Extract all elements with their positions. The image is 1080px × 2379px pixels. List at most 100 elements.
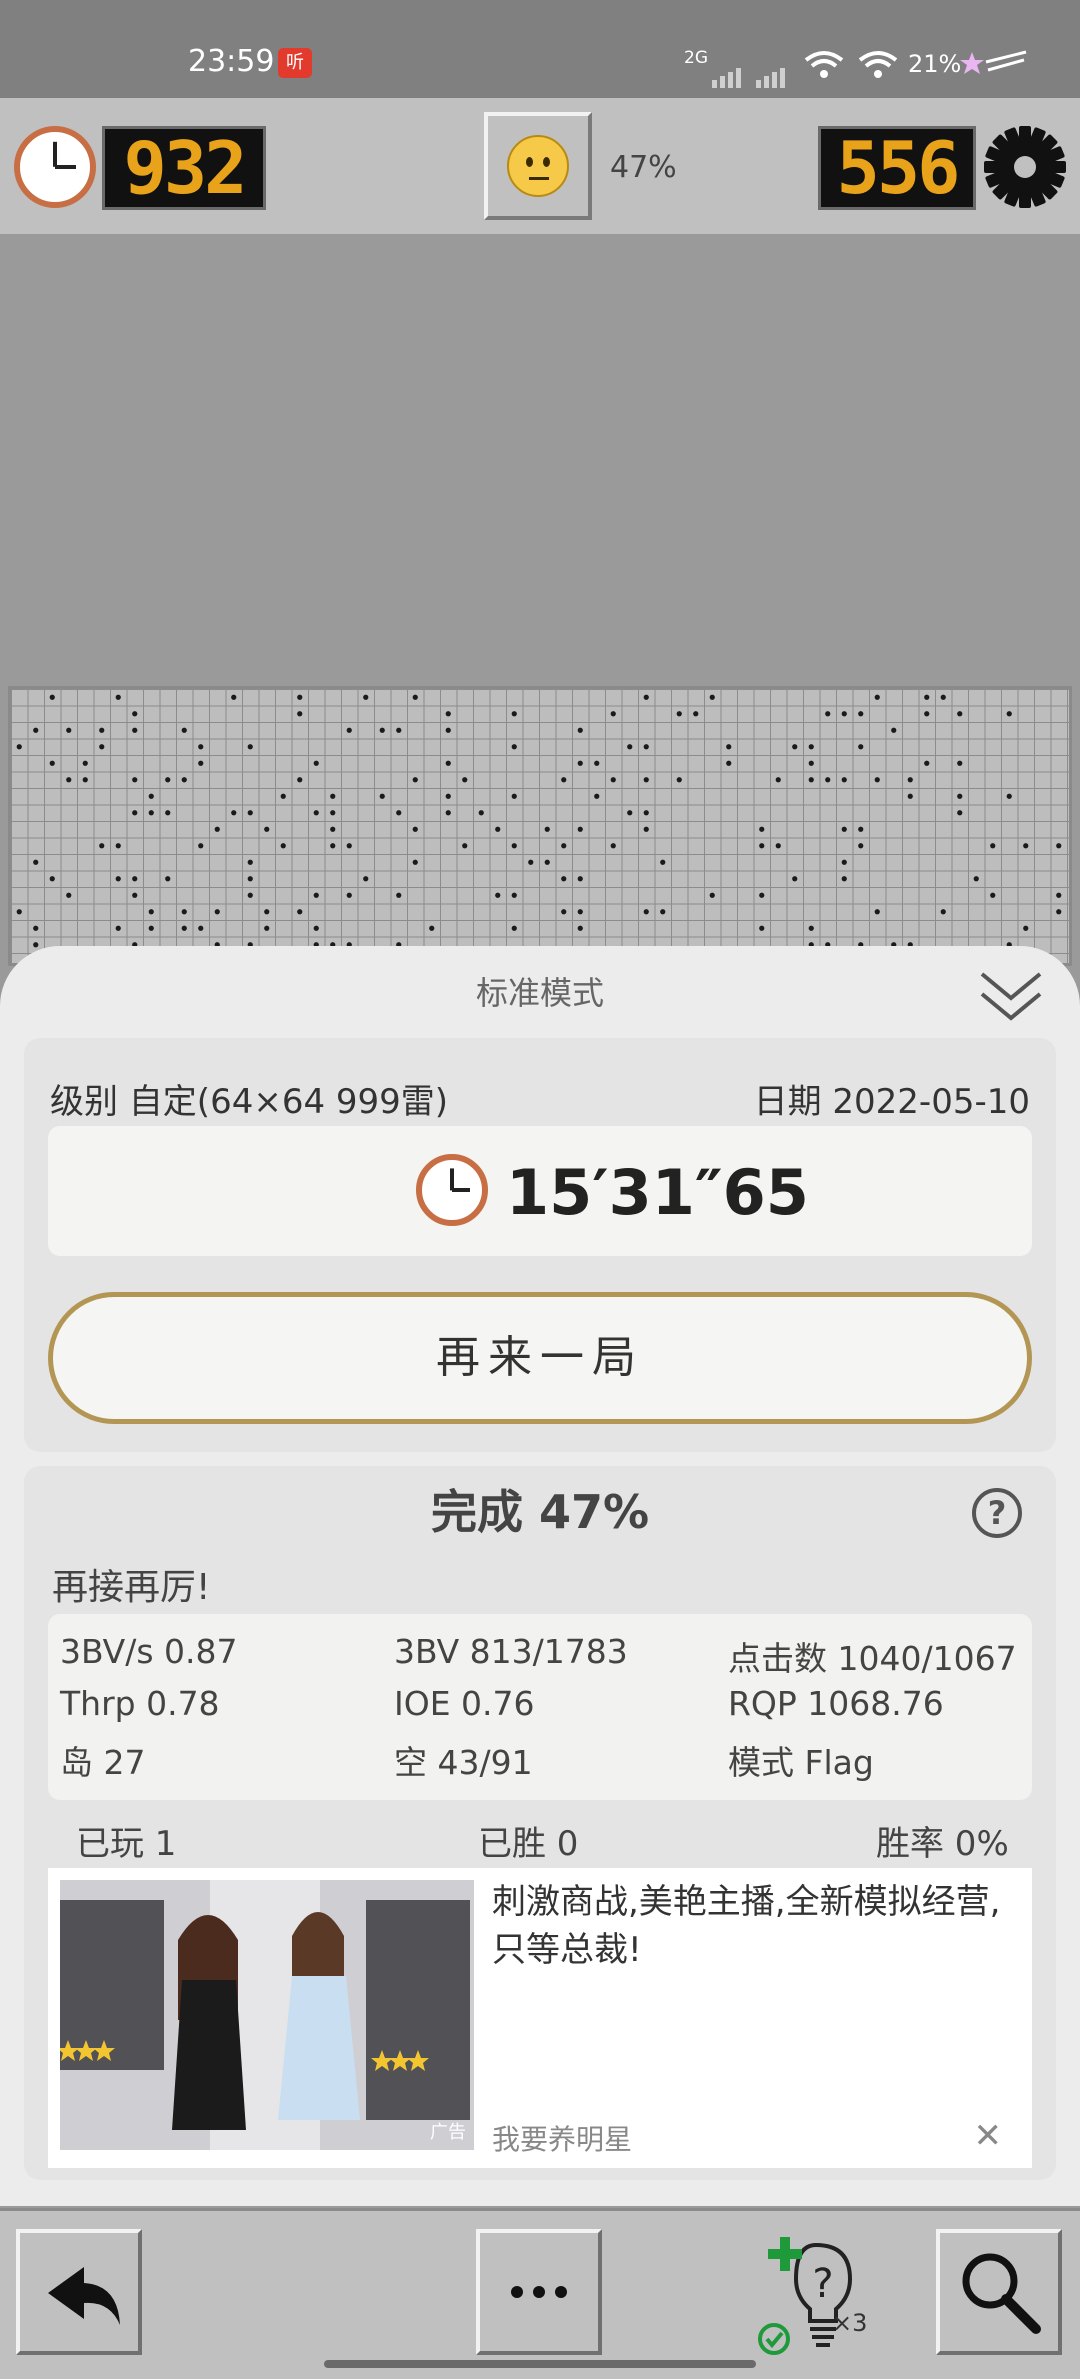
board-cell-marker	[891, 727, 897, 733]
stat-openings: 空 43/91	[394, 1743, 533, 1782]
board-cell-marker	[148, 793, 154, 799]
board-cell-marker	[643, 777, 649, 783]
undo-button[interactable]	[16, 2229, 142, 2355]
board-cell-marker	[577, 909, 583, 915]
board-cell-marker	[132, 727, 138, 733]
games-won: 已胜 0	[478, 1824, 579, 1864]
minesweeper-board[interactable]	[8, 686, 1072, 966]
board-cell-marker	[610, 843, 616, 849]
win-rate: 胜率 0%	[876, 1824, 1009, 1864]
board-cell-marker	[396, 892, 402, 898]
collapse-chevron-icon[interactable]	[978, 968, 1044, 1024]
board-cell-marker	[247, 810, 253, 816]
clock-icon	[416, 1154, 488, 1226]
board-cell-marker	[1023, 843, 1029, 849]
board-cell-marker	[511, 925, 517, 931]
board-cell-marker	[511, 892, 517, 898]
board-cell-marker	[874, 694, 880, 700]
board-cell-marker	[775, 777, 781, 783]
board-cell-marker	[264, 909, 270, 915]
board-cell-marker	[973, 876, 979, 882]
ad-image[interactable]: 广告	[60, 1880, 474, 2150]
hint-count: ×3	[832, 2309, 868, 2337]
board-cell-marker	[346, 843, 352, 849]
ad-text[interactable]: 刺激商战,美艳主播,全新模拟经营,只等总裁!	[492, 1878, 1012, 1974]
stats-box: 3BV/s 0.87 3BV 813/1783 点击数 1040/1067 Th…	[48, 1614, 1032, 1800]
board-cell-marker	[1056, 843, 1062, 849]
board-cell-marker	[379, 727, 385, 733]
signal-2-icon	[756, 68, 785, 88]
replay-button[interactable]: 再来一局	[48, 1292, 1032, 1424]
board-cell-marker	[643, 694, 649, 700]
stat-islands: 岛 27	[60, 1743, 146, 1782]
more-button[interactable]	[476, 2229, 602, 2355]
search-button[interactable]	[936, 2229, 1062, 2355]
board-cell-marker	[412, 859, 418, 865]
help-icon[interactable]: ?	[972, 1488, 1022, 1538]
magnifier-icon	[962, 2253, 1041, 2334]
board-cell-marker	[66, 777, 72, 783]
board-cell-marker	[445, 793, 451, 799]
board-cell-marker	[759, 826, 765, 832]
ad-banner[interactable]: 广告 刺激商战,美艳主播,全新模拟经营,只等总裁! 我要养明星 ✕	[48, 1868, 1032, 2168]
board-cell-marker	[825, 777, 831, 783]
board-cell-marker	[577, 727, 583, 733]
board-cell-marker	[198, 760, 204, 766]
board-cell-marker	[297, 777, 303, 783]
board-background	[0, 234, 1080, 694]
signal-icon	[712, 68, 741, 88]
board-cell-marker	[577, 925, 583, 931]
board-cell-marker	[429, 925, 435, 931]
board-cell-marker	[726, 760, 732, 766]
board-cell-marker	[445, 760, 451, 766]
board-cell-marker	[132, 711, 138, 717]
board-cell-marker	[957, 810, 963, 816]
board-cell-marker	[33, 942, 39, 948]
board-cell-marker	[610, 711, 616, 717]
home-indicator[interactable]	[324, 2360, 756, 2368]
date-info: 日期 2022-05-10	[753, 1082, 1030, 1122]
board-cell-marker	[66, 727, 72, 733]
hint-lightbulb-icon[interactable]: ?	[758, 2235, 888, 2359]
board-cell-marker	[49, 694, 55, 700]
board-cell-marker	[792, 876, 798, 882]
board-cell-marker	[198, 925, 204, 931]
board-cell-marker	[412, 777, 418, 783]
board-cell-marker	[16, 744, 22, 750]
board-cell-marker	[82, 777, 88, 783]
board-cell-marker	[165, 876, 171, 882]
board-cell-marker	[165, 810, 171, 816]
stat-mode: 模式 Flag	[728, 1743, 874, 1782]
bottom-toolbar: ? ×3	[0, 2208, 1080, 2379]
board-cell-marker	[264, 925, 270, 931]
time-box: 15′31″65	[48, 1126, 1032, 1256]
board-cell-marker	[511, 843, 517, 849]
board-cell-marker	[495, 826, 501, 832]
board-cell-marker	[247, 744, 253, 750]
board-cell-marker	[132, 892, 138, 898]
ad-close-icon[interactable]: ✕	[974, 2116, 1003, 2156]
board-cell-marker	[825, 711, 831, 717]
games-played: 已玩 1	[76, 1824, 177, 1864]
board-cell-marker	[511, 793, 517, 799]
board-cell-marker	[940, 909, 946, 915]
board-cell-marker	[99, 744, 105, 750]
board-cell-marker	[858, 826, 864, 832]
board-cell-marker	[561, 909, 567, 915]
smiley-reset-button[interactable]	[484, 112, 592, 220]
stat-clicks: 点击数 1040/1067	[728, 1639, 1017, 1678]
svg-text:?: ?	[812, 2261, 833, 2307]
board-cell-marker	[528, 859, 534, 865]
board-cell-marker	[858, 843, 864, 849]
board-cell-marker	[115, 925, 121, 931]
board-cell-marker	[643, 744, 649, 750]
board-cell-marker	[148, 909, 154, 915]
board-cell-marker	[990, 892, 996, 898]
board-cell-marker	[132, 777, 138, 783]
board-cell-marker	[165, 777, 171, 783]
gear-icon[interactable]	[982, 124, 1068, 210]
board-cell-marker	[115, 843, 121, 849]
board-cell-marker	[313, 925, 319, 931]
ad-source[interactable]: 我要养明星	[492, 2118, 632, 2158]
board-cell-marker	[66, 892, 72, 898]
